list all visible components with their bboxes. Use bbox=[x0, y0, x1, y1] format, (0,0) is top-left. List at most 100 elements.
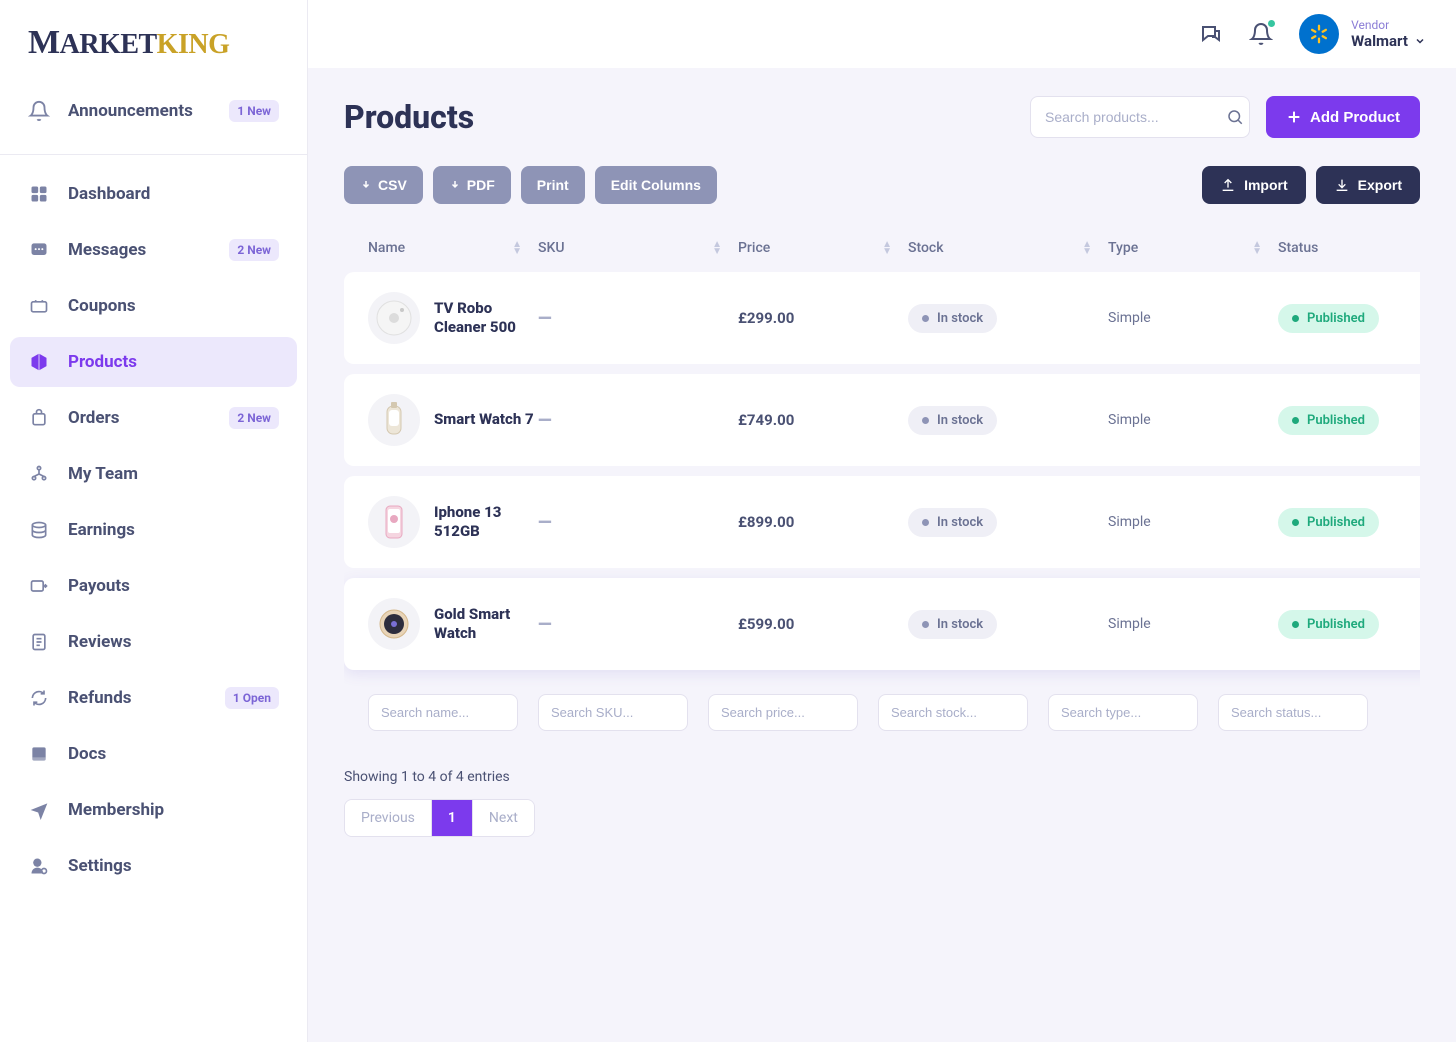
product-type: Simple bbox=[1108, 412, 1278, 428]
status-pill: Published bbox=[1278, 508, 1379, 537]
grid-icon bbox=[28, 183, 50, 205]
filter-type[interactable] bbox=[1048, 694, 1198, 731]
import-button[interactable]: Import bbox=[1202, 166, 1306, 204]
column-type[interactable]: Type▲▼ bbox=[1108, 240, 1278, 256]
csv-button[interactable]: CSV bbox=[344, 166, 423, 204]
sidebar-item-orders[interactable]: Orders 2 New bbox=[10, 393, 297, 443]
coins-icon bbox=[28, 519, 50, 541]
notification-dot bbox=[1268, 20, 1275, 27]
edit-columns-button[interactable]: Edit Columns bbox=[595, 166, 717, 204]
product-name: TV Robo Cleaner 500 bbox=[434, 299, 538, 338]
sidebar-item-coupons[interactable]: Coupons bbox=[10, 281, 297, 331]
table-row[interactable]: Gold Smart Watch — £599.00 In stock Simp… bbox=[344, 578, 1420, 670]
bell-icon bbox=[28, 100, 50, 122]
sidebar-item-membership[interactable]: Membership bbox=[10, 785, 297, 835]
vendor-name: Walmart bbox=[1351, 32, 1408, 50]
team-icon bbox=[28, 463, 50, 485]
sidebar-item-dashboard[interactable]: Dashboard bbox=[10, 169, 297, 219]
table-row[interactable]: Smart Watch 7 — £749.00 In stock Simple … bbox=[344, 374, 1420, 466]
refresh-icon bbox=[28, 687, 50, 709]
filter-stock[interactable] bbox=[878, 694, 1028, 731]
pdf-button[interactable]: PDF bbox=[433, 166, 511, 204]
badge: 1 New bbox=[229, 100, 279, 122]
book-icon bbox=[28, 743, 50, 765]
column-sku[interactable]: SKU▲▼ bbox=[538, 240, 738, 256]
sidebar-item-label: Settings bbox=[68, 856, 279, 876]
sidebar-item-refunds[interactable]: Refunds 1 Open bbox=[10, 673, 297, 723]
table-row[interactable]: TV Robo Cleaner 500 — £299.00 In stock S… bbox=[344, 272, 1420, 364]
product-thumb bbox=[368, 496, 420, 548]
product-sku: — bbox=[538, 410, 738, 431]
upload-icon bbox=[1220, 177, 1236, 193]
sidebar-item-label: Orders bbox=[68, 408, 229, 428]
pagination-previous[interactable]: Previous bbox=[345, 800, 432, 836]
bag-icon bbox=[28, 407, 50, 429]
product-sku: — bbox=[538, 614, 738, 635]
vendor-label: Vendor bbox=[1351, 18, 1426, 32]
plus-icon bbox=[1286, 109, 1302, 125]
sidebar-item-docs[interactable]: Docs bbox=[10, 729, 297, 779]
product-price: £599.00 bbox=[738, 615, 908, 633]
sort-icon: ▲▼ bbox=[1252, 241, 1262, 255]
badge: 1 Open bbox=[225, 687, 279, 709]
download-icon bbox=[1334, 177, 1350, 193]
search-icon bbox=[1226, 108, 1244, 126]
sidebar-item-myteam[interactable]: My Team bbox=[10, 449, 297, 499]
sidebar-item-messages[interactable]: Messages 2 New bbox=[10, 225, 297, 275]
sidebar-item-products[interactable]: Products bbox=[10, 337, 297, 387]
search-input[interactable] bbox=[1045, 109, 1226, 125]
sidebar-item-earnings[interactable]: Earnings bbox=[10, 505, 297, 555]
sidebar-item-settings[interactable]: Settings bbox=[10, 841, 297, 891]
sidebar-item-payouts[interactable]: Payouts bbox=[10, 561, 297, 611]
pagination-next[interactable]: Next bbox=[473, 800, 534, 836]
product-thumb bbox=[368, 394, 420, 446]
pagination-page-1[interactable]: 1 bbox=[432, 800, 473, 836]
filter-status[interactable] bbox=[1218, 694, 1368, 731]
sidebar: MARKETKING Announcements 1 New Dashboard bbox=[0, 0, 308, 1042]
column-name[interactable]: Name▲▼ bbox=[368, 240, 538, 256]
logo: MARKETKING bbox=[0, 0, 307, 80]
products-table: Name▲▼ SKU▲▼ Price▲▼ Stock▲▼ Type▲▼ Stat… bbox=[344, 224, 1420, 745]
product-sku: — bbox=[538, 512, 738, 533]
column-stock[interactable]: Stock▲▼ bbox=[908, 240, 1108, 256]
column-status[interactable]: Status bbox=[1278, 240, 1418, 256]
stock-pill: In stock bbox=[908, 304, 997, 333]
chat-icon[interactable] bbox=[1199, 22, 1223, 46]
product-name: Gold Smart Watch bbox=[434, 605, 538, 644]
divider bbox=[0, 154, 307, 155]
ticket-icon bbox=[28, 295, 50, 317]
payout-icon bbox=[28, 575, 50, 597]
add-product-button[interactable]: Add Product bbox=[1266, 96, 1420, 138]
status-pill: Published bbox=[1278, 304, 1379, 333]
sidebar-item-reviews[interactable]: Reviews bbox=[10, 617, 297, 667]
print-button[interactable]: Print bbox=[521, 166, 585, 204]
avatar bbox=[1299, 14, 1339, 54]
table-row[interactable]: Iphone 13 512GB — £899.00 In stock Simpl… bbox=[344, 476, 1420, 568]
vendor-menu[interactable]: Vendor Walmart bbox=[1299, 14, 1426, 54]
filter-sku[interactable] bbox=[538, 694, 688, 731]
download-icon bbox=[360, 179, 372, 191]
column-price[interactable]: Price▲▼ bbox=[738, 240, 908, 256]
sidebar-item-label: Docs bbox=[68, 744, 279, 764]
filter-price[interactable] bbox=[708, 694, 858, 731]
filter-name[interactable] bbox=[368, 694, 518, 731]
product-name: Smart Watch 7 bbox=[434, 410, 534, 430]
badge: 2 New bbox=[229, 239, 279, 261]
bell-icon[interactable] bbox=[1249, 22, 1273, 46]
box-icon bbox=[28, 351, 50, 373]
sidebar-item-announcements[interactable]: Announcements 1 New bbox=[10, 86, 297, 136]
sort-icon: ▲▼ bbox=[512, 241, 522, 255]
search-box[interactable] bbox=[1030, 96, 1250, 138]
stock-pill: In stock bbox=[908, 610, 997, 639]
product-price: £899.00 bbox=[738, 513, 908, 531]
sidebar-item-label: Messages bbox=[68, 240, 229, 260]
product-price: £749.00 bbox=[738, 411, 908, 429]
product-sku: — bbox=[538, 308, 738, 329]
sort-icon: ▲▼ bbox=[712, 241, 722, 255]
export-button[interactable]: Export bbox=[1316, 166, 1420, 204]
page-title: Products bbox=[344, 98, 474, 136]
stock-pill: In stock bbox=[908, 406, 997, 435]
status-pill: Published bbox=[1278, 610, 1379, 639]
sidebar-item-label: Products bbox=[68, 352, 279, 372]
pagination-summary: Showing 1 to 4 of 4 entries bbox=[344, 769, 1420, 785]
